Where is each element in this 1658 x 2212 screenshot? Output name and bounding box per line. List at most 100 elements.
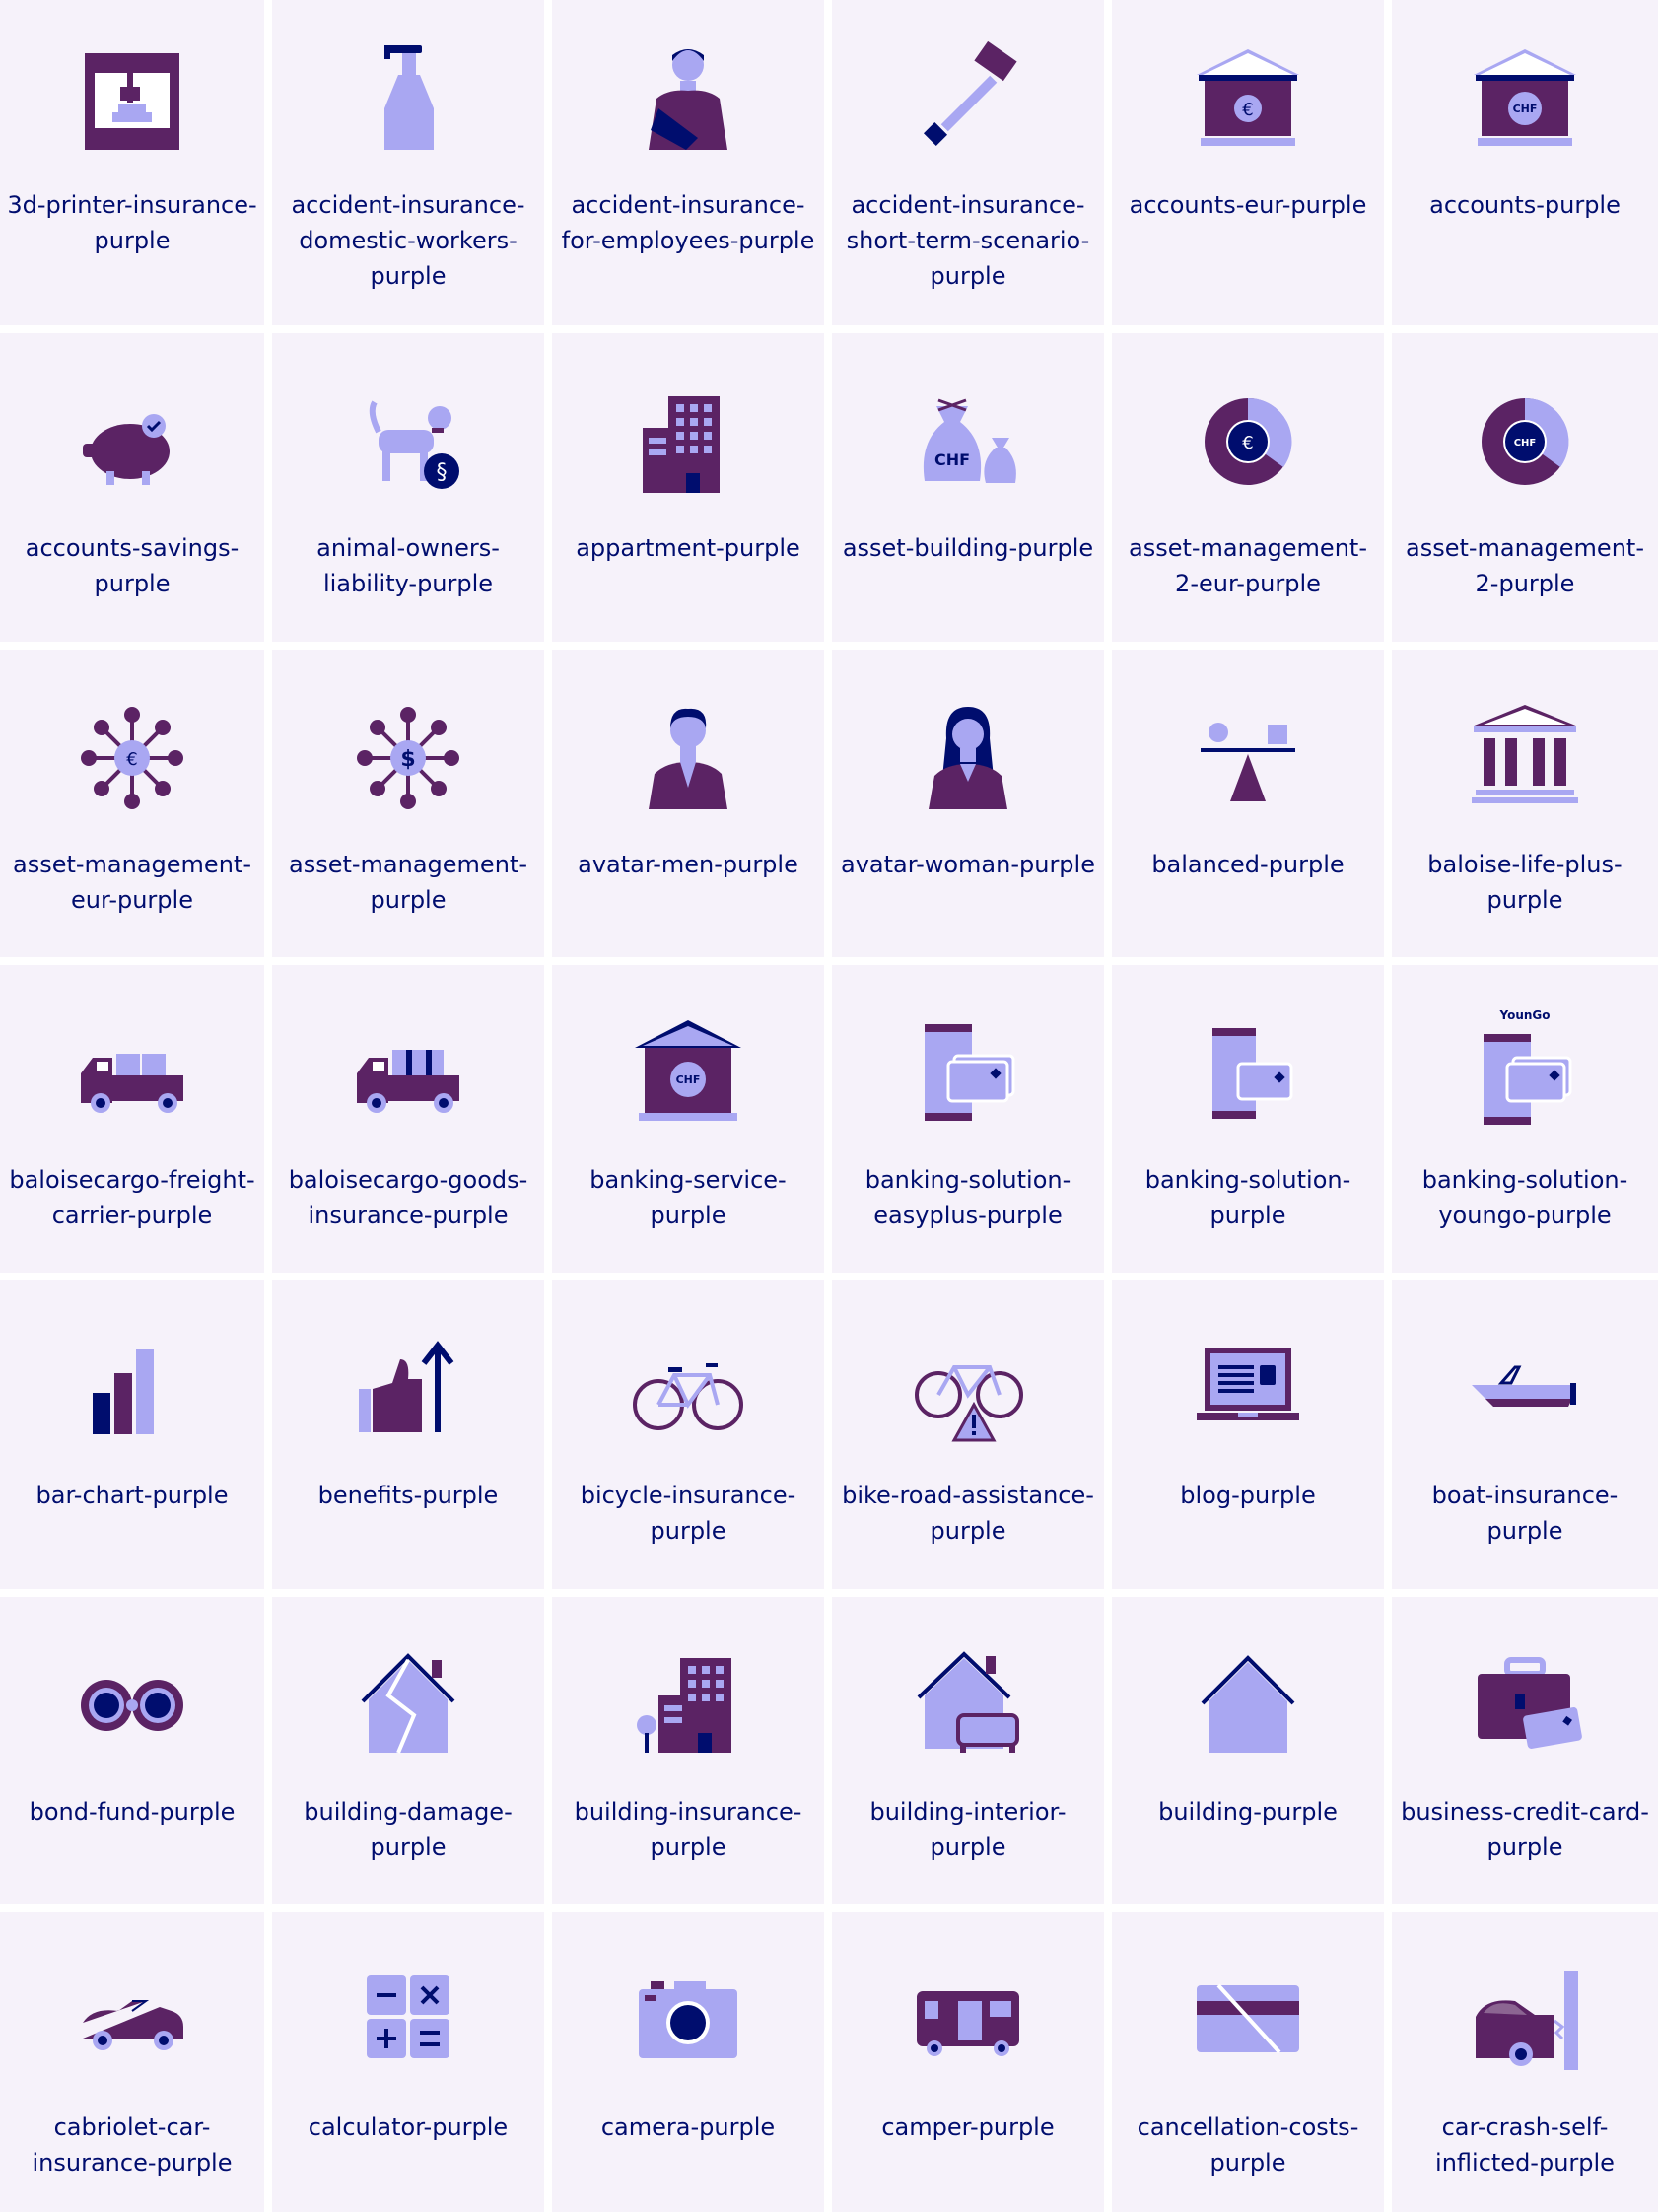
cabriolet-icon xyxy=(0,1962,264,2080)
icon-tile[interactable]: banking-solution-easyplus-purple xyxy=(832,965,1104,1273)
icon-tile[interactable]: cabriolet-car-insurance-purple xyxy=(0,1912,264,2212)
phone-card-youngo-icon: YounGo xyxy=(1392,1008,1658,1133)
icon-tile[interactable]: 3d-printer-insurance-purple xyxy=(0,0,264,325)
icon-tile[interactable]: benefits-purple xyxy=(272,1280,544,1589)
icon-tile[interactable]: € asset-management-2-eur-purple xyxy=(1112,333,1384,642)
icon-tile[interactable]: calculator-purple xyxy=(272,1912,544,2212)
icon-label: accounts-purple xyxy=(1429,191,1621,219)
icon-tile[interactable]: boat-insurance-purple xyxy=(1392,1280,1658,1589)
icon-tile[interactable]: building-insurance-purple xyxy=(552,1597,824,1904)
phone-card-icon xyxy=(832,1014,1104,1133)
icon-label: baloisecargo-goods-insurance-purple xyxy=(288,1166,528,1229)
avatar-woman-icon xyxy=(832,699,1104,817)
icon-tile[interactable]: € asset-management-eur-purple xyxy=(0,650,264,957)
icon-tile[interactable]: baloisecargo-goods-insurance-purple xyxy=(272,965,544,1273)
injured-person-icon xyxy=(552,39,824,158)
briefcase-card-icon xyxy=(1392,1646,1658,1764)
icon-label: bond-fund-purple xyxy=(29,1798,236,1826)
icon-tile[interactable]: accounts-savings-purple xyxy=(0,333,264,642)
icon-label: accident-insurance-short-term-scenario-p… xyxy=(846,191,1090,290)
icon-tile[interactable]: baloise-life-plus-purple xyxy=(1392,650,1658,957)
icon-tile[interactable]: bar-chart-purple xyxy=(0,1280,264,1589)
icon-tile[interactable]: § animal-owners-liability-purple xyxy=(272,333,544,642)
house-icon xyxy=(1112,1646,1384,1764)
icon-tile[interactable]: balanced-purple xyxy=(1112,650,1384,957)
icon-label: building-damage-purple xyxy=(304,1798,513,1861)
icon-tile[interactable]: CHF accounts-purple xyxy=(1392,0,1658,325)
icon-label: asset-management-eur-purple xyxy=(13,851,251,914)
icon-tile[interactable]: bond-fund-purple xyxy=(0,1597,264,1904)
icon-label: banking-solution-easyplus-purple xyxy=(864,1166,1071,1229)
icon-tile[interactable]: accident-insurance-domestic-workers-purp… xyxy=(272,0,544,325)
icon-tile[interactable]: bicycle-insurance-purple xyxy=(552,1280,824,1589)
svg-text:CHF: CHF xyxy=(934,450,970,469)
svg-text:€: € xyxy=(1242,433,1253,453)
3d-printer-icon xyxy=(0,39,264,158)
icon-tile[interactable]: banking-solution-purple xyxy=(1112,965,1384,1273)
icon-tile[interactable]: CHF asset-building-purple xyxy=(832,333,1104,642)
icon-label: appartment-purple xyxy=(576,534,800,562)
icon-label: camper-purple xyxy=(881,2113,1055,2141)
car-crash-icon xyxy=(1392,1962,1658,2080)
icon-label: asset-building-purple xyxy=(842,534,1094,562)
donut-chf-icon: CHF xyxy=(1392,382,1658,501)
icon-tile[interactable]: business-credit-card-purple xyxy=(1392,1597,1658,1904)
icon-label: banking-solution-purple xyxy=(1144,1166,1351,1229)
icon-label: avatar-woman-purple xyxy=(841,851,1095,878)
svg-text:$: $ xyxy=(400,747,415,772)
bicycle-warning-icon xyxy=(832,1330,1104,1448)
icon-tile[interactable]: building-purple xyxy=(1112,1597,1384,1904)
icon-tile[interactable]: accident-insurance-for-employees-purple xyxy=(552,0,824,325)
icon-label: accounts-savings-purple xyxy=(25,534,240,597)
icon-label: asset-management-purple xyxy=(289,851,527,914)
icon-label: bicycle-insurance-purple xyxy=(580,1482,796,1545)
icon-tile[interactable]: $ asset-management-purple xyxy=(272,650,544,957)
phone-card-small-icon xyxy=(1112,1014,1384,1133)
svg-text:€: € xyxy=(1242,100,1253,120)
apartment-building-icon xyxy=(552,382,824,501)
icon-label: benefits-purple xyxy=(317,1482,499,1509)
svg-text:€: € xyxy=(126,749,137,770)
icon-label: banking-service-purple xyxy=(589,1166,787,1229)
icon-tile[interactable]: cancellation-costs-purple xyxy=(1112,1912,1384,2212)
icon-label: asset-management-2-purple xyxy=(1406,534,1644,597)
freight-truck-icon xyxy=(0,1014,264,1133)
avatar-man-icon xyxy=(552,699,824,817)
hammer-icon xyxy=(832,39,1104,158)
svg-text:CHF: CHF xyxy=(1514,438,1537,449)
icon-tile[interactable]: building-interior-purple xyxy=(832,1597,1104,1904)
icon-tile[interactable]: baloisecargo-freight-carrier-purple xyxy=(0,965,264,1273)
icon-tile[interactable]: blog-purple xyxy=(1112,1280,1384,1589)
camper-icon xyxy=(832,1962,1104,2080)
icon-tile[interactable]: avatar-woman-purple xyxy=(832,650,1104,957)
icon-label: asset-management-2-eur-purple xyxy=(1129,534,1367,597)
network-eur-icon: € xyxy=(0,699,264,817)
icon-label: baloisecargo-freight-carrier-purple xyxy=(9,1166,255,1229)
icon-tile[interactable]: building-damage-purple xyxy=(272,1597,544,1904)
icon-tile[interactable]: appartment-purple xyxy=(552,333,824,642)
icon-tile[interactable]: camper-purple xyxy=(832,1912,1104,2212)
bicycle-icon xyxy=(552,1330,824,1448)
icon-tile[interactable]: avatar-men-purple xyxy=(552,650,824,957)
classical-building-icon xyxy=(1392,699,1658,817)
icon-label: accounts-eur-purple xyxy=(1129,191,1367,219)
icon-label: building-insurance-purple xyxy=(574,1798,802,1861)
donut-eur-icon: € xyxy=(1112,382,1384,501)
icon-tile[interactable]: CHF asset-management-2-purple xyxy=(1392,333,1658,642)
balance-scale-icon xyxy=(1112,699,1384,817)
icon-tile[interactable]: YounGo banking-solution-youngo-purple xyxy=(1392,965,1658,1273)
calculator-icon xyxy=(272,1962,544,2080)
cracked-house-icon xyxy=(272,1646,544,1764)
icon-label: baloise-life-plus-purple xyxy=(1427,851,1623,914)
icon-label: bike-road-assistance-purple xyxy=(842,1482,1094,1545)
spray-bottle-icon xyxy=(272,39,544,158)
icon-tile[interactable]: bike-road-assistance-purple xyxy=(832,1280,1104,1589)
icon-label: 3d-printer-insurance-purple xyxy=(7,191,257,254)
network-dollar-icon: $ xyxy=(272,699,544,817)
icon-label: accident-insurance-for-employees-purple xyxy=(561,191,815,254)
icon-tile[interactable]: camera-purple xyxy=(552,1912,824,2212)
icon-tile[interactable]: car-crash-self-inflicted-purple xyxy=(1392,1912,1658,2212)
icon-tile[interactable]: € accounts-eur-purple xyxy=(1112,0,1384,325)
icon-tile[interactable]: CHF banking-service-purple xyxy=(552,965,824,1273)
icon-tile[interactable]: accident-insurance-short-term-scenario-p… xyxy=(832,0,1104,325)
